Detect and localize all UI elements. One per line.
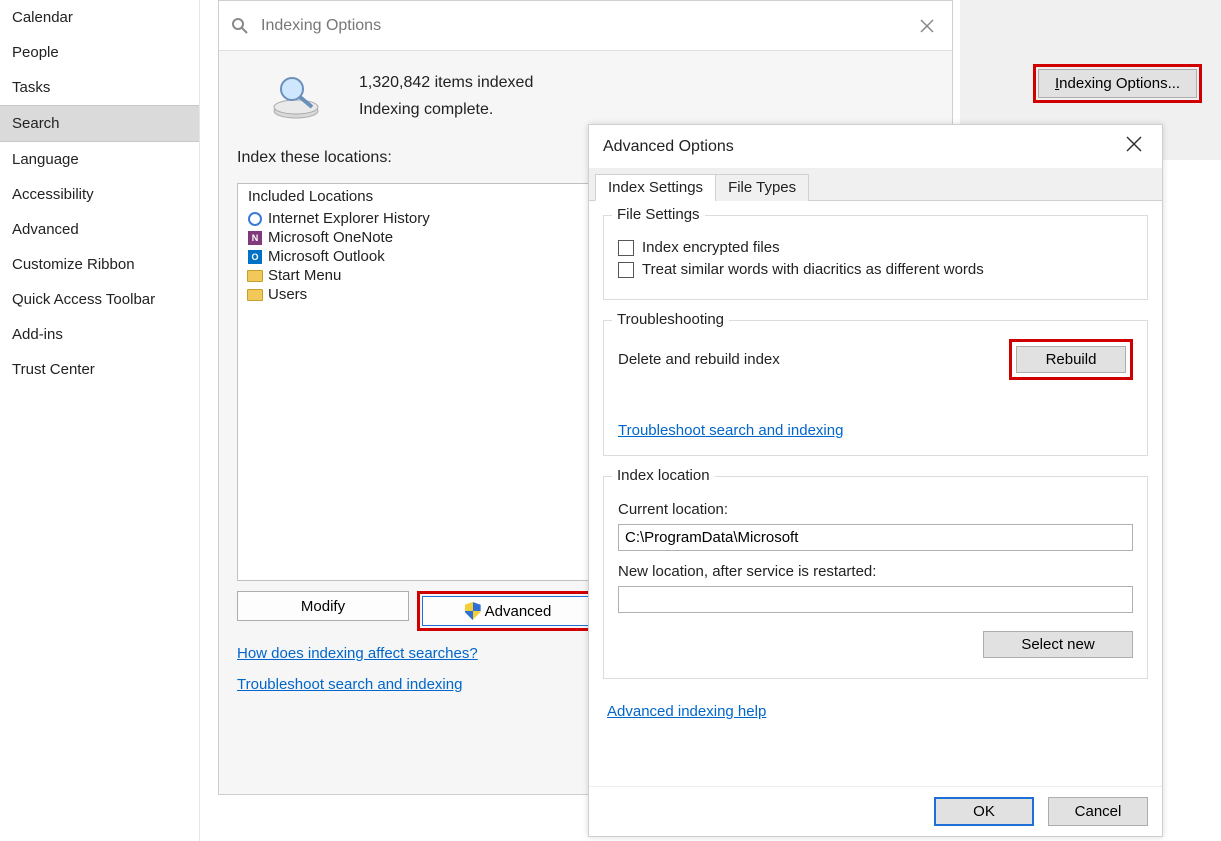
indexing-options-button-highlight: Indexing Options... — [1033, 64, 1202, 103]
sidebar-item-label: Add-ins — [12, 326, 63, 343]
folder-icon — [246, 287, 264, 303]
sidebar-item-customize-ribbon[interactable]: Customize Ribbon — [0, 247, 199, 282]
rebuild-button-highlight: Rebuild — [1009, 339, 1133, 380]
current-location-label: Current location: — [618, 501, 1133, 518]
help-link-troubleshoot[interactable]: Troubleshoot search and indexing — [237, 676, 462, 693]
location-label: Start Menu — [268, 267, 341, 284]
delete-rebuild-label: Delete and rebuild index — [618, 351, 1009, 368]
shield-icon — [465, 602, 481, 620]
sidebar-item-label: Search — [12, 115, 60, 132]
location-label: Microsoft OneNote — [268, 229, 393, 246]
tab-label: Index Settings — [608, 179, 703, 196]
sidebar-item-quick-access-toolbar[interactable]: Quick Access Toolbar — [0, 282, 199, 317]
button-label: Select new — [1021, 636, 1094, 653]
select-new-button[interactable]: Select new — [983, 631, 1133, 658]
advanced-options-dialog: Advanced Options Index Settings File Typ… — [588, 124, 1163, 837]
help-link-how-indexing[interactable]: How does indexing affect searches? — [237, 645, 478, 662]
rebuild-button[interactable]: Rebuild — [1016, 346, 1126, 373]
tab-file-types[interactable]: File Types — [715, 174, 809, 201]
sidebar-item-label: Accessibility — [12, 186, 94, 203]
indexing-options-button[interactable]: Indexing Options... — [1038, 69, 1197, 98]
checkbox-label: Index encrypted files — [642, 239, 780, 256]
dialog-title: Advanced Options — [603, 138, 734, 156]
tab-label: File Types — [728, 179, 796, 196]
sidebar-item-label: Calendar — [12, 9, 73, 26]
sidebar-item-label: Customize Ribbon — [12, 256, 135, 273]
search-icon — [229, 15, 251, 37]
new-location-field[interactable] — [618, 586, 1133, 613]
dialog-footer: OK Cancel — [589, 786, 1162, 836]
sidebar-item-add-ins[interactable]: Add-ins — [0, 317, 199, 352]
index-summary: 1,320,842 items indexed Indexing complet… — [359, 69, 533, 123]
button-label: Rebuild — [1046, 351, 1097, 368]
tab-strip: Index Settings File Types — [589, 169, 1162, 201]
current-location-field[interactable] — [618, 524, 1133, 551]
magnifier-drive-icon — [263, 69, 333, 125]
options-sidebar: Calendar People Tasks Search Language Ac… — [0, 0, 200, 841]
sidebar-item-label: Advanced — [12, 221, 79, 238]
sidebar-item-trust-center[interactable]: Trust Center — [0, 352, 199, 387]
dialog-title: Indexing Options — [261, 17, 381, 35]
onenote-icon: N — [246, 230, 264, 246]
ok-button[interactable]: OK — [934, 797, 1034, 826]
checkbox-diacritics[interactable] — [618, 262, 634, 278]
cancel-button[interactable]: Cancel — [1048, 797, 1148, 826]
close-icon[interactable] — [1120, 133, 1148, 160]
advanced-indexing-help-link[interactable]: Advanced indexing help — [607, 703, 766, 720]
sidebar-item-accessibility[interactable]: Accessibility — [0, 177, 199, 212]
checkbox-label: Treat similar words with diacritics as d… — [642, 261, 984, 278]
new-location-label: New location, after service is restarted… — [618, 563, 1133, 580]
items-indexed-label: 1,320,842 items indexed — [359, 69, 533, 96]
button-label-rest: ndexing Options... — [1059, 75, 1180, 92]
sidebar-item-calendar[interactable]: Calendar — [0, 0, 199, 35]
modify-button[interactable]: Modify — [237, 591, 409, 621]
folder-icon — [246, 268, 264, 284]
button-label: OK — [973, 803, 995, 820]
group-file-settings: File Settings Index encrypted files Trea… — [603, 215, 1148, 300]
location-label: Internet Explorer History — [268, 210, 430, 227]
group-legend: File Settings — [612, 206, 705, 223]
close-icon[interactable] — [912, 14, 942, 38]
location-label: Users — [268, 286, 307, 303]
ie-icon — [246, 211, 264, 227]
sidebar-item-tasks[interactable]: Tasks — [0, 70, 199, 105]
dialog-titlebar: Advanced Options — [589, 125, 1162, 169]
sidebar-item-people[interactable]: People — [0, 35, 199, 70]
sidebar-item-label: Quick Access Toolbar — [12, 291, 155, 308]
tab-index-settings[interactable]: Index Settings — [595, 174, 716, 201]
button-label: Advanced — [485, 603, 552, 620]
dialog-titlebar: Indexing Options — [219, 1, 952, 51]
group-legend: Troubleshooting — [612, 311, 729, 328]
troubleshoot-link[interactable]: Troubleshoot search and indexing — [618, 422, 843, 439]
advanced-button-highlight: Advanced — [417, 591, 599, 631]
sidebar-item-label: Language — [12, 151, 79, 168]
group-troubleshooting: Troubleshooting Delete and rebuild index… — [603, 320, 1148, 456]
button-label: Modify — [301, 598, 345, 615]
indexing-status-label: Indexing complete. — [359, 96, 533, 123]
checkbox-index-encrypted[interactable] — [618, 240, 634, 256]
sidebar-item-label: Trust Center — [12, 361, 95, 378]
group-index-location: Index location Current location: New loc… — [603, 476, 1148, 679]
group-legend: Index location — [612, 467, 715, 484]
sidebar-item-advanced[interactable]: Advanced — [0, 212, 199, 247]
location-label: Microsoft Outlook — [268, 248, 385, 265]
sidebar-item-search[interactable]: Search — [0, 105, 199, 142]
outlook-icon: O — [246, 249, 264, 265]
button-label: Cancel — [1075, 803, 1122, 820]
advanced-button[interactable]: Advanced — [422, 596, 594, 626]
sidebar-item-language[interactable]: Language — [0, 142, 199, 177]
sidebar-item-label: People — [12, 44, 59, 61]
sidebar-item-label: Tasks — [12, 79, 50, 96]
